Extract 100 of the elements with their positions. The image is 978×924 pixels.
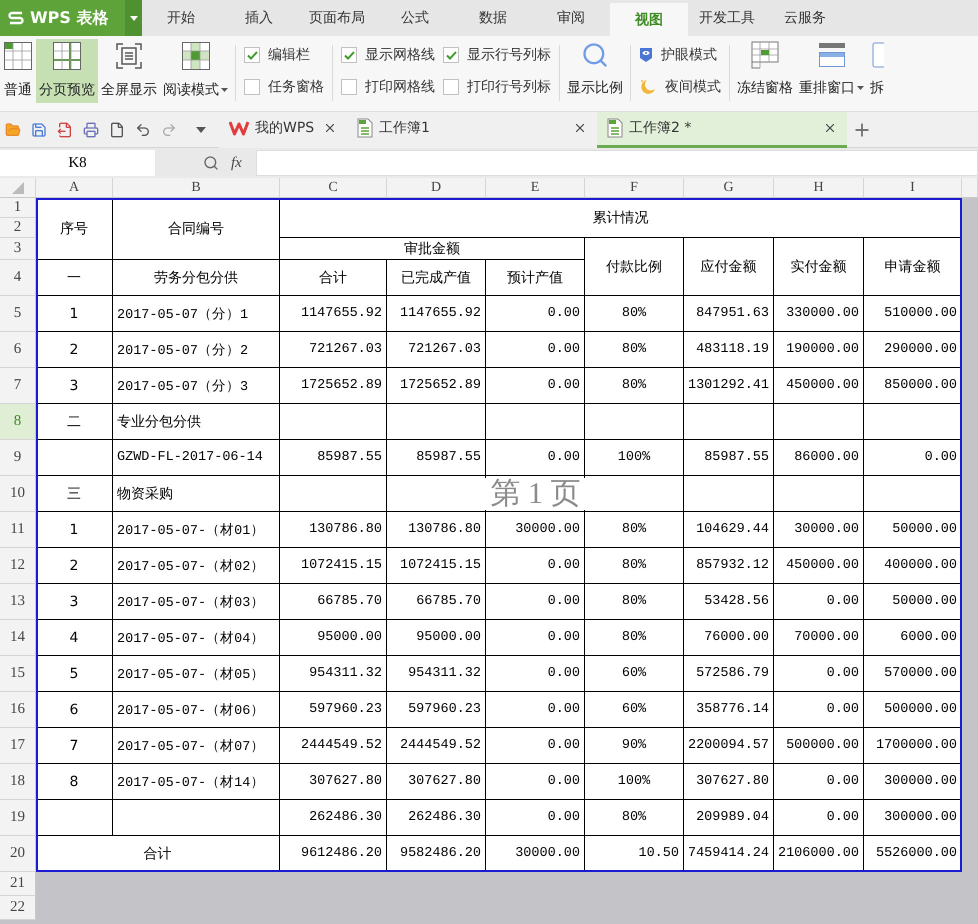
column-header[interactable]: H [774,178,864,198]
row-header[interactable]: 18 [0,764,36,800]
table-cell: 53428.56 [684,584,774,620]
row-header[interactable]: 21 [0,872,36,896]
column-header[interactable]: B [113,178,280,198]
checkbox[interactable] [341,79,357,95]
close-button[interactable] [573,121,587,135]
column-header[interactable]: F [585,178,684,198]
table-cell: 9612486.20 [280,836,387,872]
arrange-windows-icon [818,41,846,69]
header-cell: 应付金额 [684,238,774,296]
checkbox[interactable] [443,47,459,63]
table-cell: 0.00 [486,368,585,404]
zoom-button[interactable]: 显示比例 [564,39,626,103]
fx-label[interactable]: fx [231,154,242,172]
header-cell: 已完成产值 [387,260,486,296]
row-header[interactable]: 20 [0,836,36,872]
view-mode-button[interactable]: 分页预览 [36,39,98,103]
window-button[interactable]: 冻结窗格 [734,39,796,103]
table-cell: 2017-05-07-（材02） [113,548,280,584]
table-cell: 80% [585,332,684,368]
table-cell: 0.00 [486,296,585,332]
column-header[interactable]: E [486,178,585,198]
window-button[interactable]: 重排窗口 [796,39,867,103]
row-header[interactable]: 5 [0,296,36,332]
column-header[interactable]: D [387,178,486,198]
table-cell: 954311.32 [387,656,486,692]
checkbox[interactable] [443,79,459,95]
table-cell: 2017-05-07-（材06） [113,692,280,728]
table-cell: 0.00 [774,764,864,800]
menu-tab[interactable]: 公式 [376,0,454,36]
row-header[interactable]: 16 [0,692,36,728]
row-header[interactable]: 2 [0,218,36,238]
row-header[interactable]: 10 [0,476,36,512]
table-cell: 597960.23 [387,692,486,728]
checkbox[interactable] [244,47,260,63]
menu-tab[interactable]: 视图 [610,3,688,36]
table-cell: 0.00 [864,440,962,476]
table-cell: 450000.00 [774,548,864,584]
grid-icon [52,41,82,71]
view-mode-button[interactable]: 全屏显示 [98,39,160,103]
table-cell: 66785.70 [280,584,387,620]
row-header[interactable]: 1 [0,198,36,218]
checkbox[interactable] [244,79,260,95]
header-cell: 审批金额 [280,238,585,260]
column-header[interactable]: I [864,178,962,198]
column-header[interactable]: G [684,178,774,198]
table-cell: 510000.00 [864,296,962,332]
close-button[interactable] [823,121,837,135]
checkbox-option[interactable]: 编辑栏 [244,46,324,64]
mode-toggle[interactable]: 夜间模式 [639,78,721,96]
view-mode-button[interactable]: 阅读模式 [160,39,231,103]
row-header[interactable]: 7 [0,368,36,404]
menu-tab[interactable]: 页面布局 [298,0,376,36]
table-cell: 0.00 [774,656,864,692]
close-button[interactable] [323,121,337,135]
menu-tab[interactable]: 开发工具 [688,0,766,36]
menu-tab[interactable]: 审阅 [532,0,610,36]
header-cell: 实付金额 [774,238,864,296]
row-header[interactable]: 8 [0,404,36,440]
checkbox-option[interactable]: 显示网格线 [341,46,435,64]
column-header[interactable]: C [280,178,387,198]
table-cell: 7 [36,728,113,764]
menu-tab[interactable]: 开始 [142,0,220,36]
row-header[interactable]: 9 [0,440,36,476]
row-header[interactable]: 17 [0,728,36,764]
checkbox-option[interactable]: 打印网格线 [341,78,435,96]
menu-tab[interactable]: 数据 [454,0,532,36]
row-header[interactable]: 4 [0,260,36,296]
checkbox[interactable] [341,47,357,63]
row-header[interactable]: 6 [0,332,36,368]
formula-input[interactable] [256,150,978,176]
row-header[interactable]: 3 [0,238,36,260]
row-header[interactable]: 19 [0,800,36,836]
table-cell: 6000.00 [864,620,962,656]
row-header[interactable]: 13 [0,584,36,620]
row-header[interactable]: 15 [0,656,36,692]
menu-tab[interactable]: 云服务 [766,0,844,36]
document-tab[interactable]: 工作簿2 * [597,112,847,148]
table-cell: 2 [36,548,113,584]
mode-toggle[interactable]: 护眼模式 [639,46,721,64]
search-icon[interactable] [203,155,219,171]
row-header[interactable]: 11 [0,512,36,548]
view-mode-button[interactable]: 普通 [0,39,36,103]
table-cell: 3 [36,584,113,620]
row-header[interactable]: 22 [0,896,36,920]
app-menu-button[interactable] [125,0,142,36]
checkbox-option[interactable]: 任务窗格 [244,78,324,96]
checkbox-option[interactable]: 显示行号列标 [443,46,551,64]
grid-icon [180,41,210,71]
table-cell: 1 [36,296,113,332]
name-box[interactable]: K8 [0,150,155,176]
checkbox-option[interactable]: 打印行号列标 [443,78,551,96]
column-header[interactable]: A [36,178,113,198]
window-button[interactable]: 拆 [867,39,887,103]
table-cell: 0.00 [486,620,585,656]
row-header[interactable]: 14 [0,620,36,656]
menu-tab[interactable]: 插入 [220,0,298,36]
row-header[interactable]: 12 [0,548,36,584]
table-cell: 3 [36,368,113,404]
